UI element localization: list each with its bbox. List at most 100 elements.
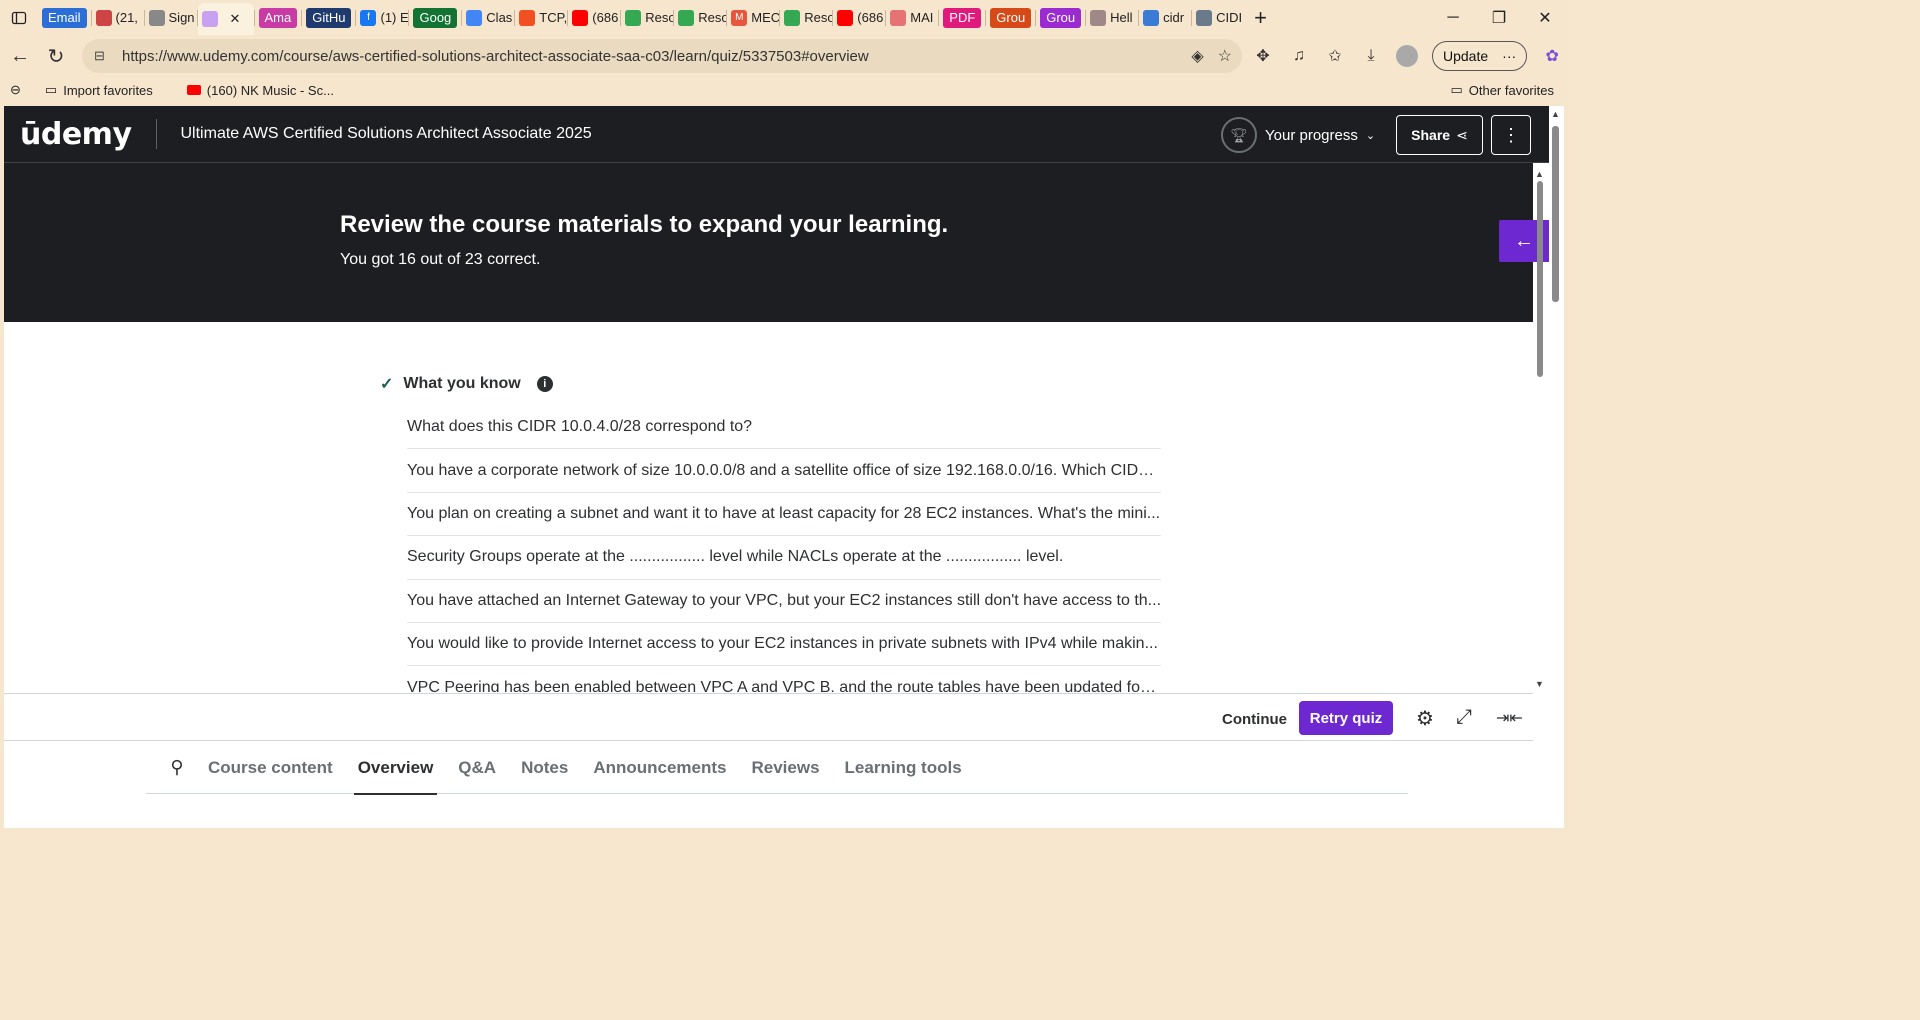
browser-tab[interactable]: Reso (674, 5, 726, 31)
info-icon[interactable]: i (536, 376, 553, 392)
tab-learning-tools[interactable]: Learning tools (845, 742, 962, 794)
browser-tab[interactable]: Clas (462, 5, 514, 31)
search-icon[interactable]: ⚲ (146, 757, 208, 778)
tracking-icon[interactable]: ◈ (1191, 46, 1203, 66)
browser-tab[interactable]: (686 (833, 5, 885, 31)
browser-tab[interactable]: ✕ (197, 3, 254, 35)
profile-avatar[interactable] (1396, 45, 1418, 67)
read-aloud-icon[interactable]: ♫ (1288, 47, 1310, 65)
scroll-up-icon[interactable]: ▲ (1551, 109, 1560, 119)
close-window-icon[interactable]: ✕ (1522, 0, 1568, 35)
browser-tab[interactable]: CIDI (1192, 5, 1244, 31)
hello-icon (1090, 9, 1107, 26)
sidebar-toggle-icon[interactable] (0, 0, 38, 35)
question-item[interactable]: What does this CIDR 10.0.4.0/28 correspo… (407, 406, 1161, 450)
tab-label: PDF (943, 7, 982, 28)
browser-tab[interactable]: f (1) E (356, 5, 408, 31)
nk-music-link[interactable]: (160) NK Music - Sc... (186, 82, 334, 98)
favorites-bar: ⊖ ▭ Import favorites (160) NK Music - Sc… (0, 78, 1568, 102)
drive-icon (678, 9, 695, 26)
minimize-icon[interactable]: ─ (1430, 0, 1476, 35)
share-button[interactable]: Share ⋖ (1396, 115, 1483, 155)
new-tab-button[interactable]: + (1244, 5, 1277, 31)
browser-tab[interactable]: Reso (780, 5, 832, 31)
extensions-icon[interactable]: ✥ (1252, 46, 1274, 66)
question-item[interactable]: VPC Peering has been enabled between VPC… (407, 666, 1161, 692)
close-tab-icon[interactable]: ✕ (230, 11, 241, 27)
update-label: Update (1443, 48, 1489, 64)
more-menu-button[interactable]: ⋮ (1491, 115, 1531, 155)
question-item[interactable]: Security Groups operate at the .........… (407, 536, 1161, 580)
browser-tab[interactable]: (21, (92, 5, 144, 31)
browser-window: Email (21, Sign ✕ Ama GitHu f (1) E Goog Clas TCP,… (0, 0, 1568, 833)
browser-tab[interactable]: Grou (986, 5, 1035, 31)
import-favorites-link[interactable]: ▭ Import favorites (45, 82, 153, 98)
fullscreen-icon[interactable]: ⤢ (1456, 706, 1472, 729)
retry-quiz-button[interactable]: Retry quiz (1299, 701, 1393, 735)
what-you-know-header: ✓ What you know i (380, 374, 553, 394)
copilot-icon[interactable]: ✿ (1541, 46, 1563, 66)
course-title[interactable]: Ultimate AWS Certified Solutions Archite… (181, 125, 592, 143)
browser-tab[interactable]: Sign (145, 5, 197, 31)
browser-tab[interactable]: Goog (409, 5, 461, 31)
nk-music-label: (160) NK Music - Sc... (206, 82, 334, 98)
collections-icon[interactable]: ⊖ (10, 82, 21, 98)
question-item[interactable]: You have a corporate network of size 10.… (407, 449, 1161, 493)
tab-label: Email (42, 7, 87, 28)
tab-notes[interactable]: Notes (521, 742, 568, 794)
browser-tab[interactable]: Hell (1086, 5, 1138, 31)
folder-icon: ▭ (44, 82, 58, 97)
downloads-icon[interactable]: ⤓ (1360, 47, 1382, 65)
browser-tab[interactable]: (686 (568, 5, 620, 31)
question-text: You have a corporate network of size 10.… (407, 461, 1161, 479)
folder-icon: ▭ (1450, 82, 1463, 97)
back-icon[interactable]: ← (2, 38, 38, 74)
navigation-bar: ← ↻ ⊟ https://www.udemy.com/course/aws-c… (0, 37, 1568, 75)
continue-button[interactable]: Continue (1214, 702, 1295, 736)
reload-icon[interactable]: ↻ (38, 38, 74, 74)
tab-label: Grou (1040, 7, 1082, 28)
tab-overview[interactable]: Overview (353, 742, 437, 795)
share-icon: ⋖ (1456, 126, 1468, 143)
browser-tab[interactable]: M MEC (727, 5, 779, 31)
tab-label: (686 (592, 10, 619, 25)
collapse-icon[interactable]: ⇥⇤ (1496, 708, 1523, 728)
browser-tab[interactable]: Ama (255, 5, 302, 31)
question-item[interactable]: You have attached an Internet Gateway to… (407, 580, 1161, 623)
settings-gear-icon[interactable]: ⚙ (1416, 706, 1434, 731)
browser-tab[interactable]: Reso (621, 5, 673, 31)
browser-tab[interactable]: MAI (886, 5, 938, 31)
scrollbar-thumb[interactable] (1537, 181, 1543, 377)
page-scrollbar[interactable]: ▲ (1549, 106, 1564, 828)
tab-course-content[interactable]: Course content (208, 742, 333, 794)
tab-label: Reso (698, 10, 727, 25)
content-scrollbar[interactable]: ▲ ▼ (1534, 163, 1546, 693)
scroll-down-icon[interactable]: ▼ (1535, 679, 1544, 689)
section-title: What you know (403, 375, 521, 392)
browser-tab[interactable]: GitHu (302, 5, 355, 31)
favorites-icon[interactable]: ✩ (1324, 46, 1346, 66)
tab-reviews[interactable]: Reviews (752, 742, 820, 794)
scrollbar-thumb[interactable] (1552, 126, 1559, 302)
browser-tab[interactable]: Email (38, 5, 91, 31)
tab-announcements[interactable]: Announcements (593, 742, 726, 794)
udemy-logo[interactable]: ūdemy (20, 117, 132, 152)
favorite-star-icon[interactable]: ☆ (1218, 46, 1232, 66)
site-info-icon[interactable]: ⊟ (94, 48, 112, 64)
restore-icon[interactable]: ❐ (1476, 0, 1522, 35)
address-bar[interactable]: ⊟ https://www.udemy.com/course/aws-certi… (82, 39, 1242, 73)
browser-tab[interactable]: PDF (939, 5, 985, 31)
other-favorites-link[interactable]: ▭ Other favorites (1450, 82, 1554, 98)
update-button[interactable]: Update ··· (1432, 41, 1528, 71)
browser-tab[interactable]: Grou (1036, 5, 1085, 31)
docs-icon (466, 9, 483, 26)
scroll-up-icon[interactable]: ▲ (1535, 169, 1544, 179)
browser-tab[interactable]: cidr (1139, 5, 1191, 31)
question-item[interactable]: You plan on creating a subnet and want i… (407, 493, 1161, 537)
your-progress-button[interactable]: 🏆︎ Your progress ⌄ (1221, 117, 1375, 153)
question-item[interactable]: You would like to provide Internet acces… (407, 623, 1161, 667)
vertical-dots-icon: ⋮ (1502, 124, 1520, 145)
header-divider (155, 119, 157, 149)
tab-q-a[interactable]: Q&A (458, 742, 496, 794)
browser-tab[interactable]: TCP, (515, 5, 567, 31)
